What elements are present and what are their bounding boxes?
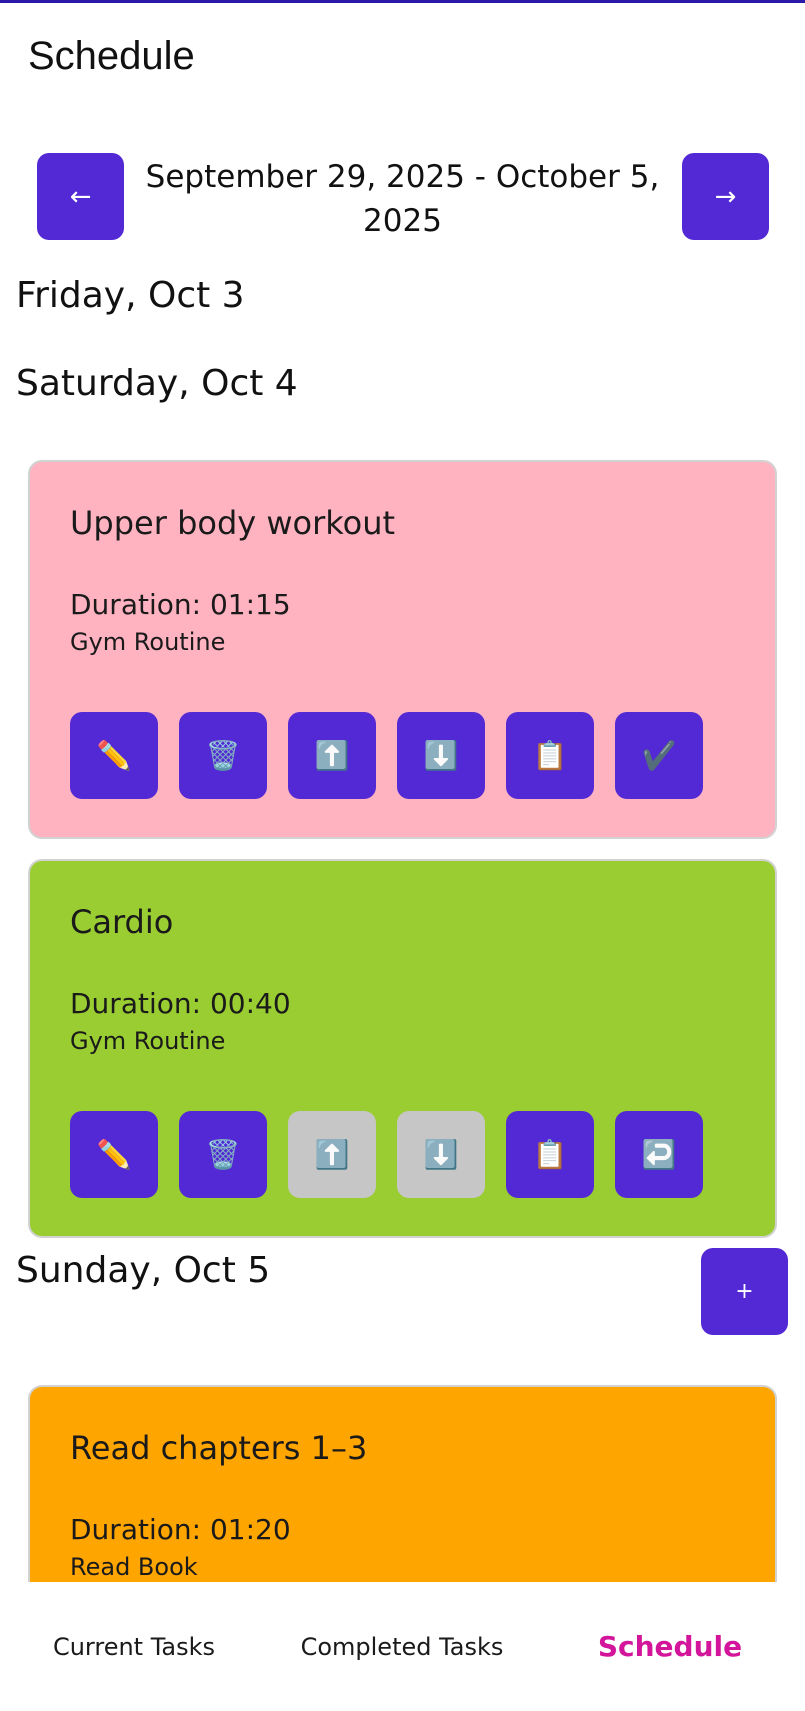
delete-button[interactable]: 🗑️	[179, 712, 267, 799]
task-routine: Gym Routine	[70, 1027, 226, 1055]
arrow-down-icon: ⬇️	[423, 1138, 459, 1171]
task-title: Read chapters 1–3	[70, 1429, 368, 1467]
arrow-right-icon: →	[714, 181, 737, 212]
complete-button[interactable]: ✔️	[615, 712, 703, 799]
tab-current-tasks[interactable]: Current Tasks	[0, 1582, 268, 1711]
move-up-button: ⬆️	[288, 1111, 376, 1198]
trash-icon: 🗑️	[205, 1138, 241, 1171]
undo-button[interactable]: ↩️	[615, 1111, 703, 1198]
task-routine: Gym Routine	[70, 628, 226, 656]
trash-icon: 🗑️	[205, 739, 241, 772]
arrow-down-icon: ⬇️	[423, 739, 459, 772]
day-header-friday: Friday, Oct 3	[16, 275, 245, 316]
task-duration: Duration: 01:20	[70, 1513, 291, 1546]
edit-icon: ✏️	[96, 739, 132, 772]
task-title: Upper body workout	[70, 504, 396, 542]
task-duration: Duration: 00:40	[70, 987, 291, 1020]
edit-button[interactable]: ✏️	[70, 1111, 158, 1198]
move-up-button[interactable]: ⬆️	[288, 712, 376, 799]
task-card[interactable]: Cardio Duration: 00:40 Gym Routine ✏️ 🗑️…	[28, 859, 777, 1238]
copy-button[interactable]: 📋	[506, 712, 594, 799]
task-card[interactable]: Read chapters 1–3 Duration: 01:20 Read B…	[28, 1385, 777, 1582]
task-duration: Duration: 01:15	[70, 588, 291, 621]
edit-icon: ✏️	[96, 1138, 132, 1171]
task-card[interactable]: Upper body workout Duration: 01:15 Gym R…	[28, 460, 777, 839]
previous-week-button[interactable]: ←	[37, 153, 124, 240]
task-actions: ✏️ 🗑️ ⬆️ ⬇️ 📋 ✔️	[70, 712, 703, 799]
edit-button[interactable]: ✏️	[70, 712, 158, 799]
arrow-up-icon: ⬆️	[314, 739, 350, 772]
clipboard-icon: 📋	[532, 1138, 568, 1171]
copy-button[interactable]: 📋	[506, 1111, 594, 1198]
day-header-saturday: Saturday, Oct 4	[16, 363, 298, 404]
tab-schedule[interactable]: Schedule	[536, 1582, 804, 1711]
checkmark-icon: ✔️	[641, 739, 677, 772]
status-accent-line	[0, 0, 805, 3]
next-week-button[interactable]: →	[682, 153, 769, 240]
task-actions: ✏️ 🗑️ ⬆️ ⬇️ 📋 ↩️	[70, 1111, 703, 1198]
week-range: September 29, 2025 - October 5, 2025	[145, 159, 660, 239]
arrow-left-icon: ←	[69, 181, 92, 212]
add-task-button[interactable]: +	[701, 1248, 788, 1335]
move-down-button[interactable]: ⬇️	[397, 712, 485, 799]
plus-icon: +	[735, 1279, 754, 1304]
page-title: Schedule	[28, 34, 195, 78]
undo-icon: ↩️	[641, 1138, 677, 1171]
bottom-navigation: Current Tasks Completed Tasks Schedule	[0, 1582, 805, 1711]
move-down-button: ⬇️	[397, 1111, 485, 1198]
delete-button[interactable]: 🗑️	[179, 1111, 267, 1198]
task-title: Cardio	[70, 903, 174, 941]
day-header-sunday: Sunday, Oct 5	[16, 1250, 271, 1291]
task-routine: Read Book	[70, 1553, 198, 1581]
arrow-up-icon: ⬆️	[314, 1138, 350, 1171]
clipboard-icon: 📋	[532, 739, 568, 772]
tab-completed-tasks[interactable]: Completed Tasks	[268, 1582, 536, 1711]
